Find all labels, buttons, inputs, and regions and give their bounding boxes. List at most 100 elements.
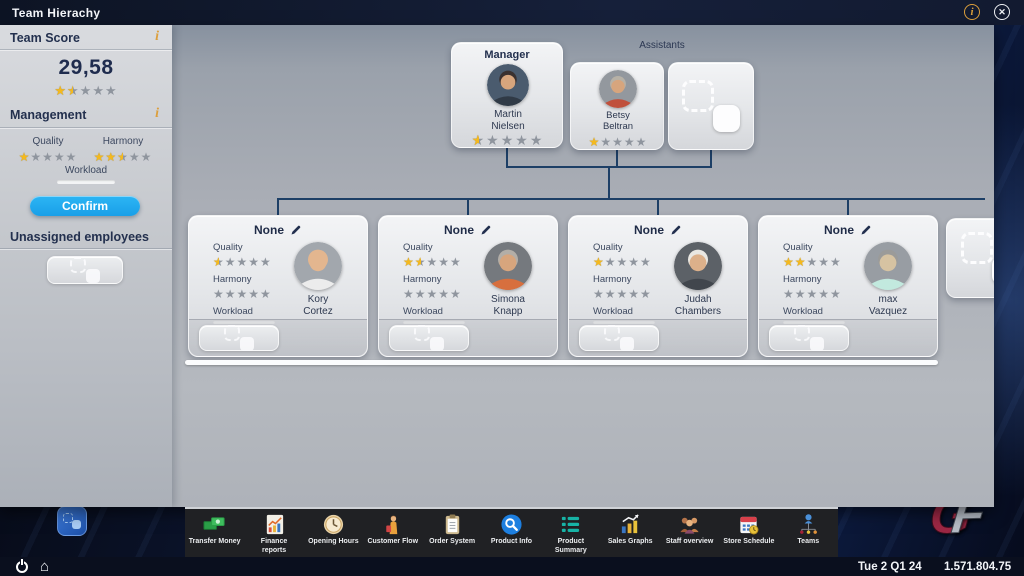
team-card[interactable]: None Quality ★★★★★★★★★★ Harmony ★★★★★★★★… <box>568 215 748 357</box>
avatar[interactable] <box>864 242 912 290</box>
assistant-drop-slot[interactable] <box>668 62 754 150</box>
team-card[interactable]: None Quality ★★★★★★★★★★ Harmony ★★★★★★★★… <box>758 215 938 357</box>
quality-label: Quality <box>213 242 275 253</box>
person-first-name: Kory <box>278 294 358 306</box>
drop-slot[interactable] <box>389 325 469 351</box>
system-bar: ⌂ Tue 2 Q1 24 1.571.804.75 <box>0 557 1024 576</box>
window-title: Team Hierachy <box>0 6 100 20</box>
workload-label: Workload <box>403 306 465 317</box>
info-icon[interactable]: i <box>155 29 159 45</box>
product-summary-icon <box>559 513 582 536</box>
team-title: None <box>254 223 284 237</box>
avatar[interactable] <box>487 64 529 106</box>
taskbar-item-order-system[interactable]: Order System <box>423 513 481 547</box>
taskbar-item-store-schedule[interactable]: Store Schedule <box>720 513 778 547</box>
close-icon[interactable]: ✕ <box>994 4 1010 20</box>
taskbar-item-opening-hours[interactable]: Opening Hours <box>304 513 362 547</box>
taskbar-item-finance-reports[interactable]: Finance reports <box>245 513 303 556</box>
edit-icon[interactable] <box>480 224 492 236</box>
power-icon[interactable] <box>16 561 28 573</box>
workload-label: Workload <box>593 306 655 317</box>
avatar[interactable] <box>484 242 532 290</box>
sales-graphs-icon <box>619 513 642 536</box>
connector-line <box>847 198 849 215</box>
person-first-name: max <box>848 294 928 306</box>
assistants-label: Assistants <box>570 40 754 51</box>
person-first-name: Betsy <box>571 110 665 121</box>
avatar[interactable] <box>599 70 637 108</box>
person-first-name: Martin <box>452 109 564 121</box>
title-bar: Team Hierachy i ✕ <box>0 0 1024 25</box>
team-title: None <box>824 223 854 237</box>
money-balance: 1.571.804.75 <box>944 561 1011 573</box>
person-last-name: Vazquez <box>848 306 928 318</box>
taskbar-item-product-summary[interactable]: Product Summary <box>542 513 600 556</box>
drag-drop-icon <box>961 232 994 284</box>
avatar[interactable] <box>674 242 722 290</box>
person-first-name: Simona <box>468 294 548 306</box>
manager-card[interactable]: Manager Martin Nielsen ★★★★★★★★★★ <box>451 42 563 148</box>
drag-drop-icon <box>224 325 254 351</box>
assistant-card[interactable]: Betsy Beltran ★★★★★★★★★★ <box>570 62 664 150</box>
edit-icon[interactable] <box>290 224 302 236</box>
taskbar-item-transfer-money[interactable]: Transfer Money <box>186 513 244 547</box>
connector-line <box>608 166 610 199</box>
manager-role-label: Manager <box>452 49 562 61</box>
quality-stars: ★★★★★★★★★★ <box>19 151 78 163</box>
connector-line <box>467 198 469 215</box>
management-heading: Management <box>10 108 86 122</box>
workload-bar <box>57 180 115 184</box>
workload-label: Workload <box>0 165 172 176</box>
star-rating: ★★★★★★★★★★ <box>589 136 648 148</box>
desktop-shortcut-icon[interactable] <box>57 506 87 536</box>
taskbar-item-teams[interactable]: Teams <box>779 513 837 547</box>
unassigned-heading: Unassigned employees <box>10 230 149 244</box>
edit-icon[interactable] <box>670 224 682 236</box>
staff-overview-icon <box>678 513 701 536</box>
avatar[interactable] <box>294 242 342 290</box>
harmony-stars: ★★★★★★★★★★ <box>403 288 462 300</box>
team-drop-slot[interactable] <box>946 218 994 298</box>
team-title: None <box>444 223 474 237</box>
connector-line <box>710 150 712 167</box>
team-card[interactable]: None Quality ★★★★★★★★★★ Harmony ★★★★★★★★… <box>188 215 368 357</box>
quality-label: Quality <box>783 242 845 253</box>
harmony-stars: ★★★★★★★★★★ <box>593 288 652 300</box>
connector-line <box>616 150 618 167</box>
quality-stars: ★★★★★★★★★★ <box>593 256 652 268</box>
drop-slot[interactable] <box>199 325 279 351</box>
taskbar-item-sales-graphs[interactable]: Sales Graphs <box>601 513 659 547</box>
team-hierarchy-panel: Manager Martin Nielsen ★★★★★★★★★★ Assist… <box>0 25 994 507</box>
drop-slot[interactable] <box>579 325 659 351</box>
connector-line <box>277 198 279 215</box>
confirm-button[interactable]: Confirm <box>30 196 140 216</box>
harmony-label: Harmony <box>403 274 465 285</box>
home-icon[interactable]: ⌂ <box>40 559 49 574</box>
divider <box>0 248 172 249</box>
teams-icon <box>797 513 820 536</box>
drag-drop-icon <box>414 325 444 351</box>
unassigned-drop-slot[interactable] <box>47 256 123 284</box>
connector-line <box>277 198 985 200</box>
edit-icon[interactable] <box>860 224 872 236</box>
info-icon[interactable]: i <box>155 106 159 122</box>
taskbar: Transfer Money Finance reports Opening H… <box>185 507 838 557</box>
person-last-name: Beltran <box>571 121 665 132</box>
team-title: None <box>634 223 664 237</box>
taskbar-item-product-info[interactable]: Product Info <box>482 513 540 547</box>
harmony-label: Harmony <box>213 274 275 285</box>
workload-label: Workload <box>213 306 275 317</box>
taskbar-item-customer-flow[interactable]: Customer Flow <box>364 513 422 547</box>
game-date: Tue 2 Q1 24 <box>858 561 922 573</box>
order-system-icon <box>441 513 464 536</box>
quality-stars: ★★★★★★★★★★ <box>213 256 272 268</box>
harmony-stars: ★★★★★★★★★★ <box>94 151 153 163</box>
team-score-value: 29,58 <box>0 56 172 80</box>
horizontal-scrollbar[interactable] <box>185 360 938 365</box>
taskbar-item-staff-overview[interactable]: Staff overview <box>661 513 719 547</box>
team-card[interactable]: None Quality ★★★★★★★★★★ Harmony ★★★★★★★★… <box>378 215 558 357</box>
info-icon[interactable]: i <box>964 4 980 20</box>
drop-slot[interactable] <box>769 325 849 351</box>
drag-drop-icon <box>604 325 634 351</box>
workload-label: Workload <box>783 306 845 317</box>
